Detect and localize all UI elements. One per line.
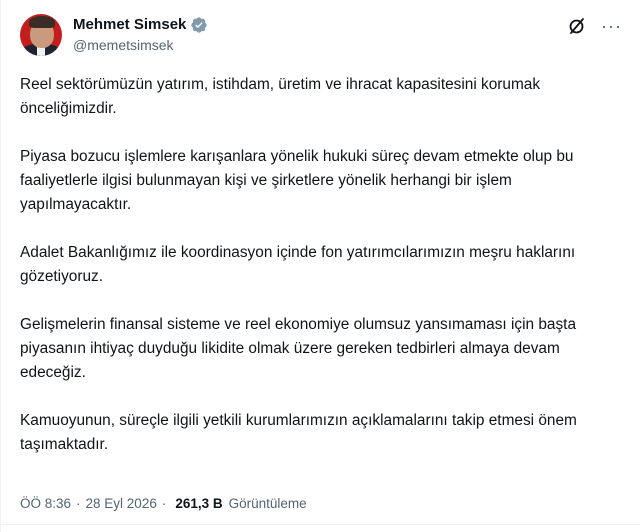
- avatar[interactable]: [20, 14, 62, 56]
- verified-badge-icon: [190, 16, 208, 34]
- divider: [1, 524, 640, 525]
- post-paragraph: Adalet Bakanlığımız ile koordinasyon içi…: [20, 244, 576, 285]
- display-name[interactable]: Mehmet Simsek: [73, 16, 186, 33]
- post-paragraph: Gelişmelerin finansal sisteme ve reel ek…: [20, 316, 577, 381]
- post-paragraph: Piyasa bozucu işlemlere karışanlara yöne…: [20, 148, 574, 213]
- grok-slash-icon[interactable]: [567, 16, 587, 36]
- views-count: 261,3 B: [175, 496, 223, 511]
- post-card: Mehmet Simsek @memetsimsek ··· Reel sekt…: [0, 0, 640, 532]
- post-paragraph: Kamuoyunun, süreçle ilgili yetkili kurum…: [20, 412, 577, 453]
- post-header: Mehmet Simsek @memetsimsek ···: [20, 12, 630, 62]
- views-label: Görüntüleme: [228, 496, 307, 511]
- post-date[interactable]: 28 Eyl 2026: [86, 496, 157, 511]
- name-row: Mehmet Simsek: [73, 14, 208, 35]
- header-actions: ···: [567, 16, 622, 36]
- more-horizontal-icon[interactable]: ···: [601, 17, 622, 35]
- post-time[interactable]: ÖÖ 8:36: [20, 496, 71, 511]
- post-meta: ÖÖ 8:36 · 28 Eyl 2026 · 261,3 B Görüntül…: [20, 496, 307, 511]
- avatar-hair: [29, 16, 55, 28]
- meta-separator: ·: [161, 496, 167, 511]
- user-handle[interactable]: @memetsimsek: [73, 37, 208, 53]
- post-paragraph: Reel sektörümüzün yatırım, istihdam, üre…: [20, 76, 541, 117]
- author-info: Mehmet Simsek @memetsimsek: [73, 14, 208, 53]
- meta-separator: ·: [76, 496, 81, 511]
- post-text: Reel sektörümüzün yatırım, istihdam, üre…: [20, 73, 622, 481]
